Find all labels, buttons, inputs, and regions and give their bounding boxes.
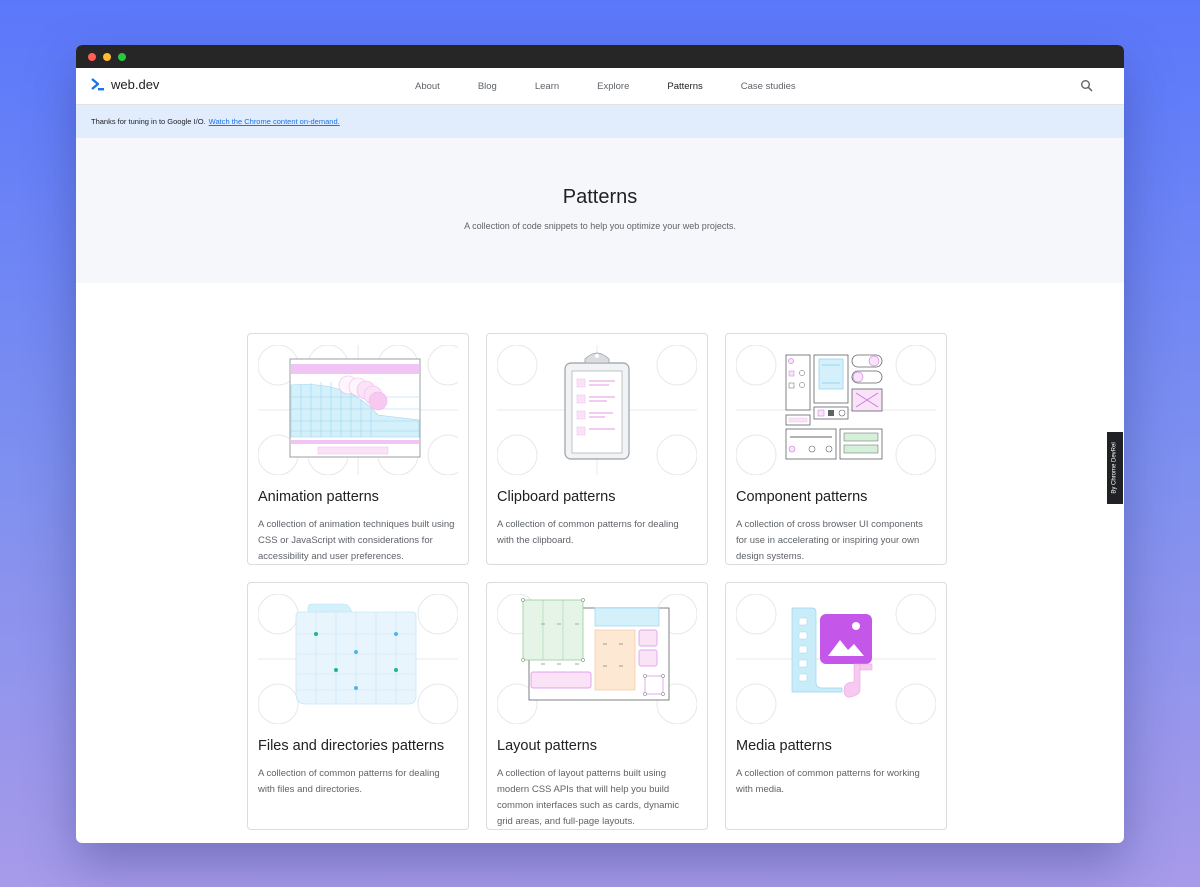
card-description: A collection of common patterns for work… [736, 768, 920, 795]
card-description: A collection of common patterns for deal… [258, 768, 440, 795]
layout-illustration [497, 594, 697, 724]
patterns-grid: Animation patterns A collection of anima… [247, 333, 947, 830]
announcement-banner: Thanks for tuning in to Google I/O. Watc… [76, 105, 1124, 138]
card-description: A collection of layout patterns built us… [497, 768, 680, 827]
card-animation-patterns[interactable]: Animation patterns A collection of anima… [247, 333, 469, 565]
nav-link-learn[interactable]: Learn [535, 81, 559, 92]
maximize-window-icon[interactable] [118, 52, 126, 61]
window-titlebar [76, 45, 1124, 68]
card-description: A collection of common patterns for deal… [497, 519, 679, 546]
card-title: Files and directories patterns [258, 738, 445, 754]
card-layout-patterns[interactable]: Layout patterns A collection of layout p… [486, 582, 708, 830]
card-files-directories-patterns[interactable]: Files and directories patterns A collect… [247, 582, 469, 830]
page-title: Patterns [562, 186, 638, 208]
nav-link-blog[interactable]: Blog [478, 81, 497, 92]
card-title: Component patterns [736, 489, 868, 505]
card-title: Media patterns [736, 738, 832, 754]
animation-illustration [258, 345, 458, 475]
page-subtitle: A collection of code snippets to help yo… [464, 221, 736, 231]
component-illustration [736, 345, 936, 475]
minimize-window-icon[interactable] [103, 52, 111, 61]
nav-link-explore[interactable]: Explore [597, 81, 629, 92]
card-title: Layout patterns [497, 738, 597, 754]
card-title: Animation patterns [258, 489, 379, 505]
nav-link-case-studies[interactable]: Case studies [741, 81, 796, 92]
site-logo[interactable]: web.dev [91, 77, 159, 92]
nav-link-about[interactable]: About [415, 81, 440, 92]
search-icon[interactable] [1080, 79, 1094, 93]
card-clipboard-patterns[interactable]: Clipboard patterns A collection of commo… [486, 333, 708, 565]
web-dev-logo-icon [91, 77, 104, 90]
card-description: A collection of animation techniques bui… [258, 519, 455, 562]
media-illustration [736, 594, 936, 724]
banner-link[interactable]: Watch the Chrome content on-demand. [209, 117, 340, 126]
banner-text: Thanks for tuning in to Google I/O. [91, 117, 206, 126]
browser-window: web.dev About Blog Learn Explore Pattern… [76, 45, 1124, 843]
card-title: Clipboard patterns [497, 489, 616, 505]
close-window-icon[interactable] [88, 52, 96, 61]
chrome-devrel-badge[interactable]: By Chrome DevRel [1107, 432, 1123, 504]
nav-links: About Blog Learn Explore Patterns Case s… [415, 68, 796, 105]
clipboard-illustration [497, 345, 697, 475]
top-navigation: web.dev About Blog Learn Explore Pattern… [76, 68, 1124, 105]
card-media-patterns[interactable]: Media patterns A collection of common pa… [725, 582, 947, 830]
card-component-patterns[interactable]: Component patterns A collection of cross… [725, 333, 947, 565]
files-illustration [258, 594, 458, 724]
nav-link-patterns[interactable]: Patterns [667, 81, 702, 92]
card-description: A collection of cross browser UI compone… [736, 519, 923, 562]
logo-text: web.dev [111, 77, 160, 92]
page-hero: Patterns A collection of code snippets t… [76, 138, 1124, 283]
devrel-badge-text: By Chrome DevRel [1112, 442, 1119, 494]
